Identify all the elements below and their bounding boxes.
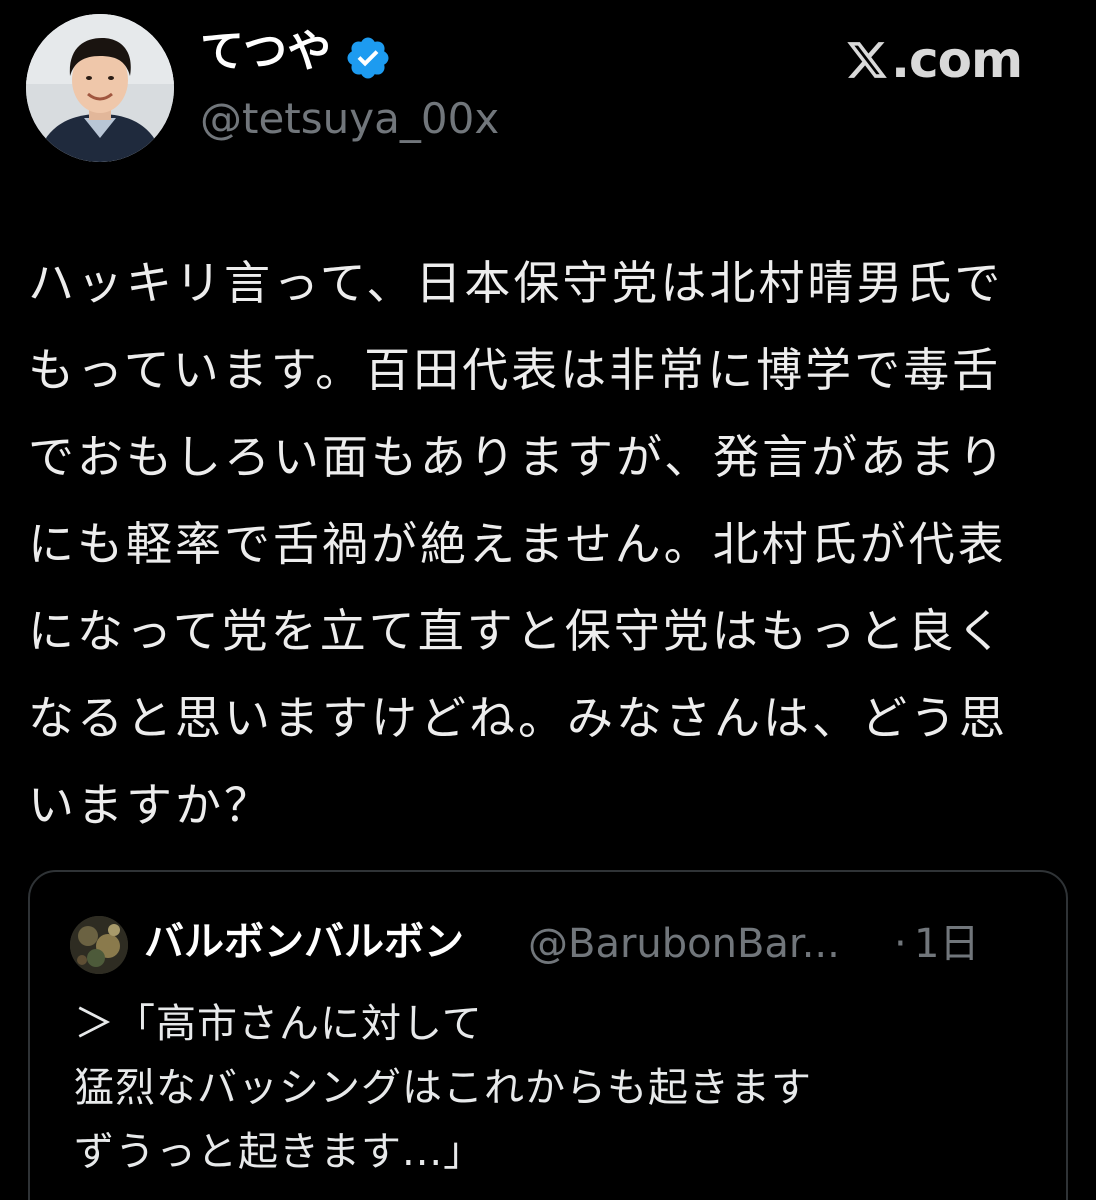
- tweet-text-line: なると思いますけどね。みなさんは、どう思: [28, 691, 1008, 745]
- tweet-text-line: もっています。百田代表は非常に博学で毒舌: [28, 343, 1002, 397]
- quote-timestamp[interactable]: 1日: [914, 924, 979, 964]
- quote-author-name[interactable]: バルボンバルボン: [144, 922, 464, 962]
- site-label-text: .com: [891, 31, 1023, 89]
- author-avatar-image: [26, 14, 174, 162]
- author-handle[interactable]: @tetsuya_00x: [200, 98, 499, 140]
- quoted-tweet-card[interactable]: バルボンバルボン @BarubonBar... · 1日 ＞「高市さんに対して …: [28, 870, 1068, 1200]
- verified-badge-icon: [347, 37, 389, 79]
- tweet-text-line: になって党を立て直すと保守党はもっと良く: [28, 604, 1006, 658]
- tweet-text-line: でおもしろい面もありますが、発言があまり: [28, 430, 1008, 484]
- tweet-text-line: にも軽率で舌禍が絶えません。北村氏が代表: [28, 517, 1007, 571]
- quote-text-line: ＞「高市さんに対して: [74, 1001, 483, 1047]
- quote-author-avatar[interactable]: [70, 916, 128, 974]
- tweet-text-line: ハッキリ言って、日本保守党は北村晴男氏で: [28, 256, 1004, 310]
- quote-author-avatar-image: [70, 916, 128, 974]
- site-label: .com: [845, 30, 1023, 90]
- author-avatar[interactable]: [26, 14, 174, 162]
- quote-separator: ·: [894, 921, 907, 967]
- x-logo-icon: [847, 42, 887, 78]
- quote-text-line: ずうっと起きます...」: [74, 1129, 485, 1175]
- quote-author-handle[interactable]: @BarubonBar...: [528, 924, 840, 964]
- tweet-text: ハッキリ言って、日本保守党は北村晴男氏で もっています。百田代表は非常に博学で毒…: [28, 240, 1072, 849]
- quote-text-line: 猛烈なバッシングはこれからも起きます: [74, 1065, 812, 1111]
- tweet-screenshot: てつや @tetsuya_00x .com ハッキリ言って、日本保守党は北村晴男…: [0, 0, 1096, 1200]
- tweet-text-line: いますか？: [28, 778, 273, 832]
- author-display-name[interactable]: てつや: [200, 30, 331, 74]
- quote-text: ＞「高市さんに対して 猛烈なバッシングはこれからも起きます ずうっと起きます..…: [74, 992, 1034, 1184]
